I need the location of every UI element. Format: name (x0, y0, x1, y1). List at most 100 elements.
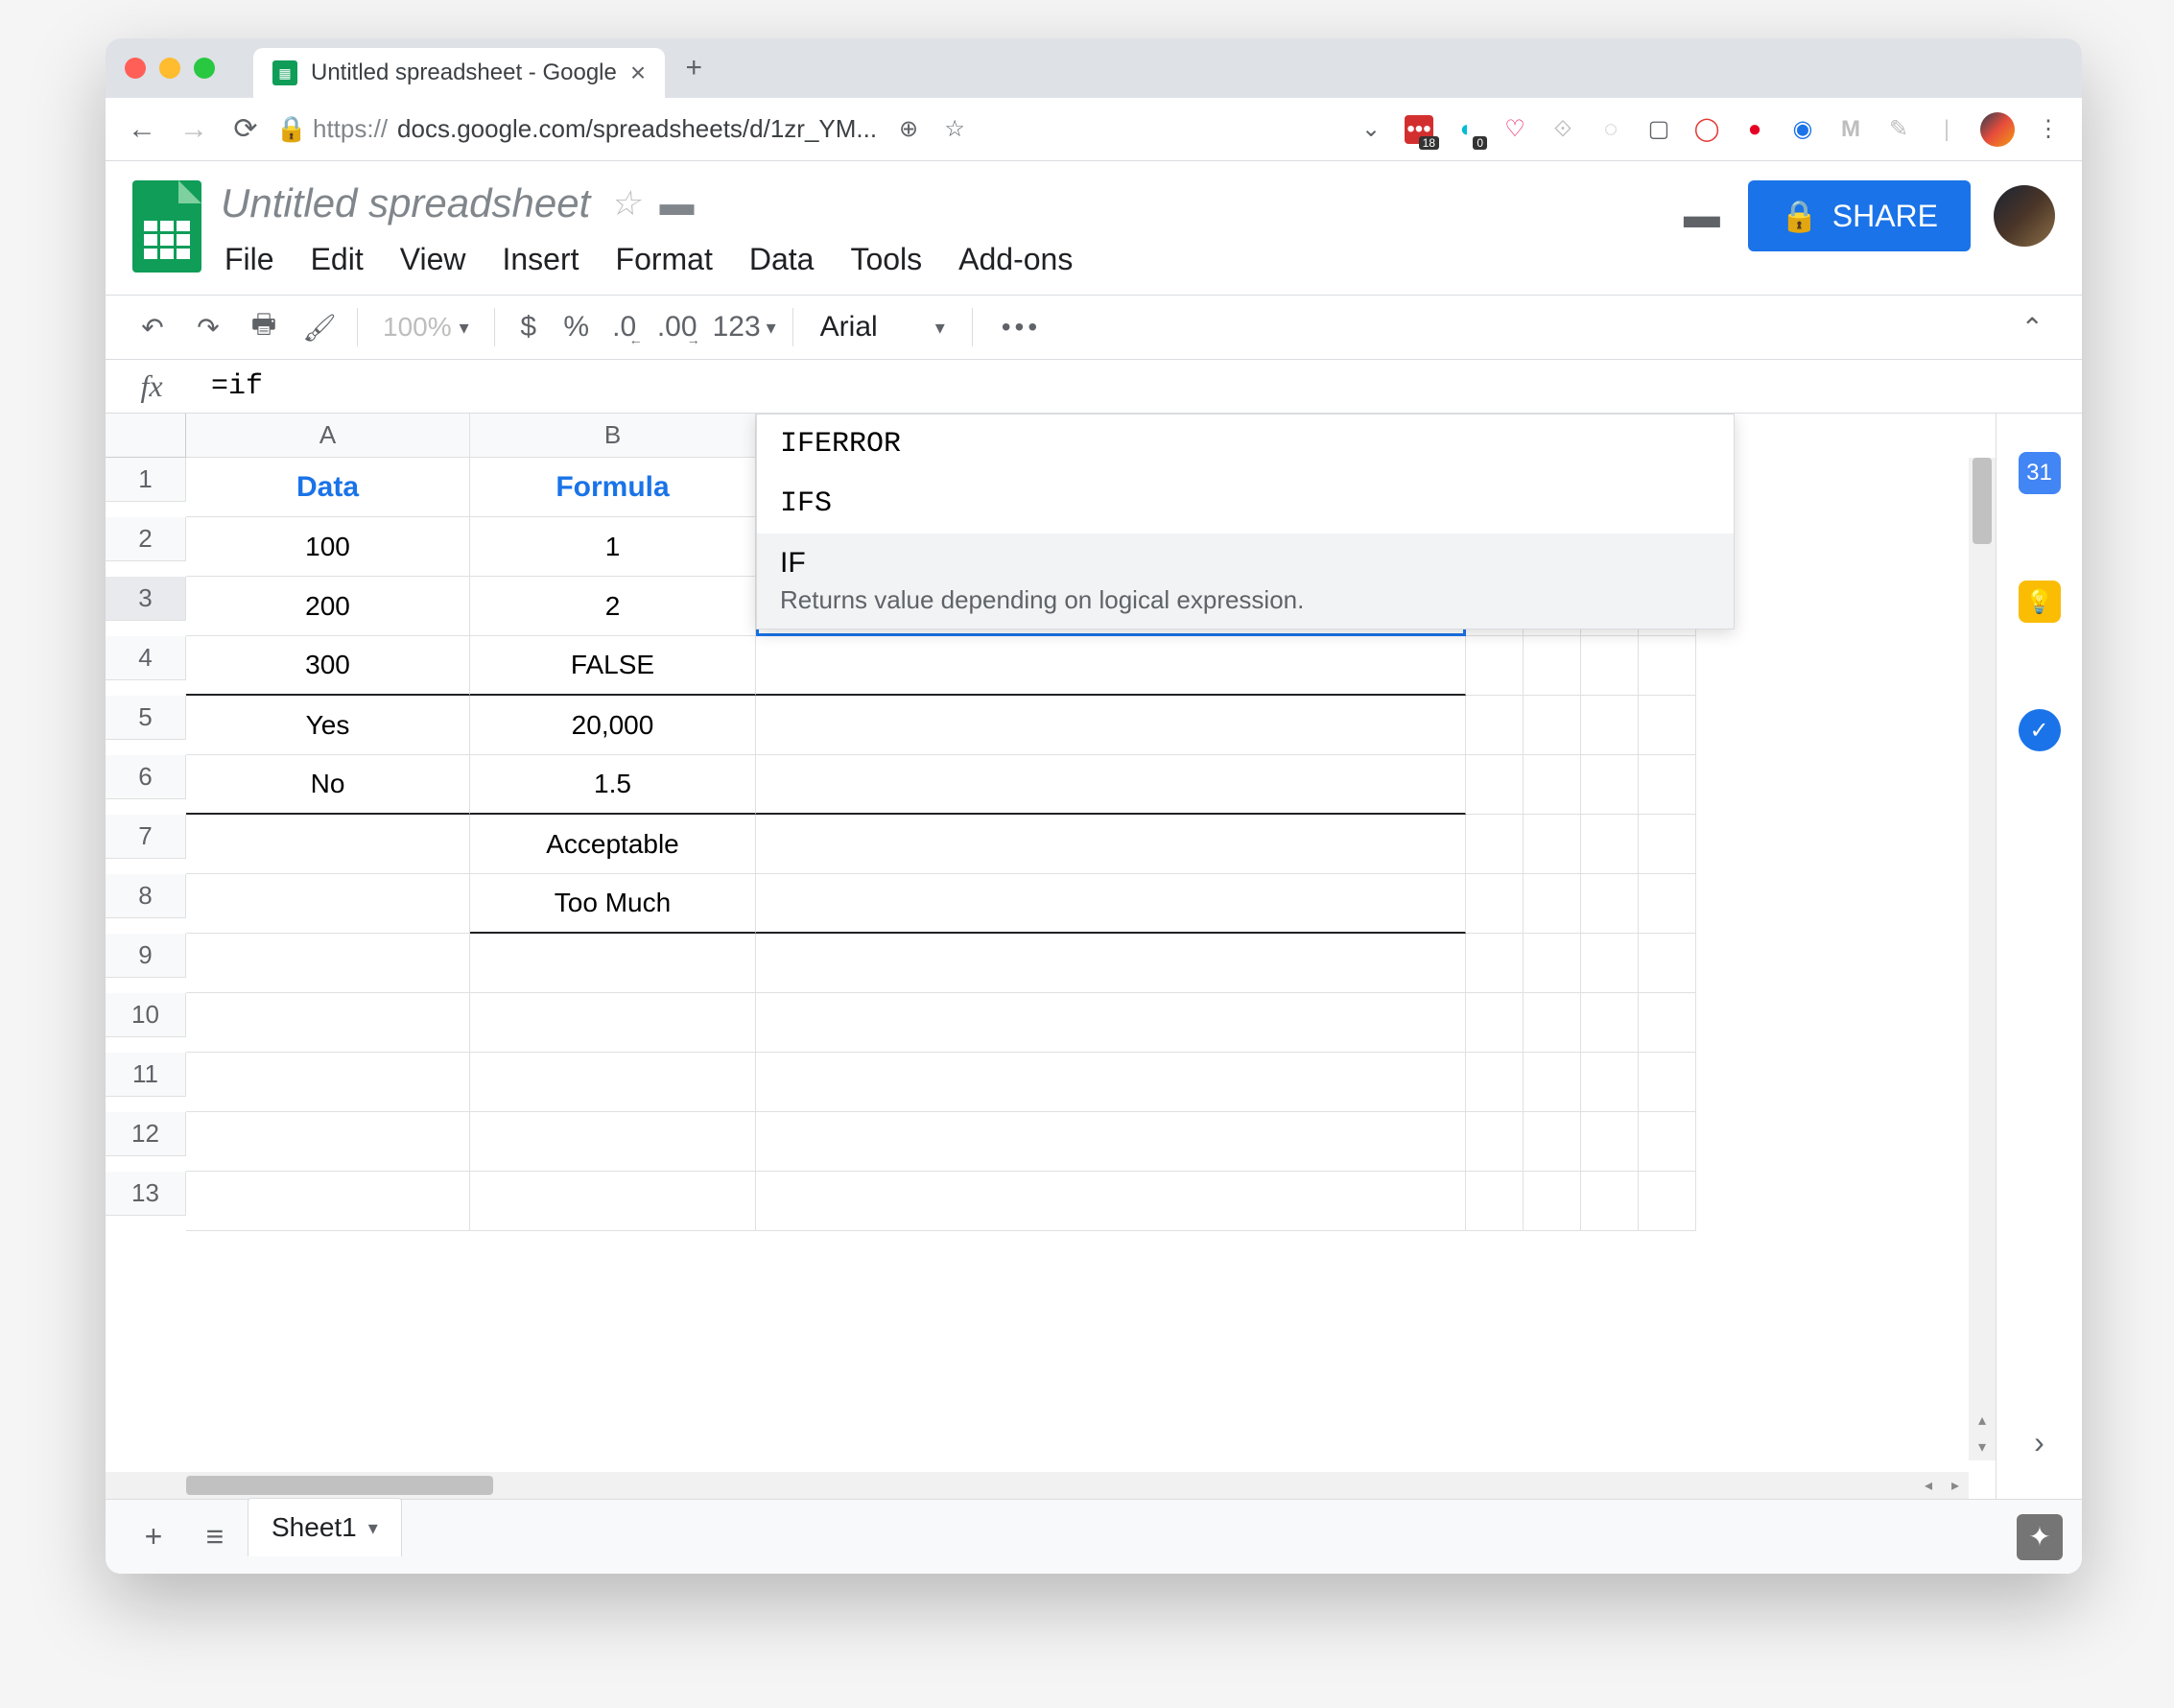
opera-ext-icon[interactable]: ◯ (1692, 115, 1721, 144)
m-ext-icon[interactable]: M (1836, 115, 1865, 144)
folder-icon[interactable]: ▬ (660, 183, 695, 224)
font-select[interactable]: Arial▾ (803, 311, 962, 344)
cell-A11[interactable] (186, 1053, 470, 1112)
cell-C4[interactable] (756, 636, 1466, 696)
tasks-icon[interactable]: ✓ (2019, 709, 2061, 751)
cell-A9[interactable] (186, 934, 470, 993)
sheet-tab-menu-icon[interactable]: ▾ (368, 1516, 378, 1540)
sheet-tab[interactable]: Sheet1 ▾ (248, 1498, 402, 1556)
decrease-decimal-button[interactable]: .0← (601, 311, 649, 344)
cell-B1[interactable]: Formula (470, 458, 756, 517)
comments-button[interactable]: ▬ (1679, 193, 1725, 239)
window-close-icon[interactable] (125, 58, 146, 79)
row-header-7[interactable]: 7 (106, 815, 186, 859)
redo-button[interactable]: ↷ (180, 304, 236, 350)
share-button[interactable]: 🔒 SHARE (1748, 180, 1971, 251)
cell-blank[interactable] (1524, 1112, 1581, 1172)
cell-B5[interactable]: 20,000 (470, 696, 756, 755)
cell-blank[interactable] (1524, 934, 1581, 993)
cell-blank[interactable] (1639, 1053, 1696, 1112)
cell-blank[interactable] (1581, 1172, 1639, 1231)
undo-button[interactable]: ↶ (125, 304, 180, 350)
document-title[interactable]: Untitled spreadsheet (221, 180, 590, 226)
cell-B2[interactable]: 1 (470, 517, 756, 577)
cell-blank[interactable] (1466, 1053, 1524, 1112)
cast-icon[interactable]: ▢ (1644, 115, 1673, 144)
cell-blank[interactable] (1466, 993, 1524, 1053)
row-header-12[interactable]: 12 (106, 1112, 186, 1156)
row-header-6[interactable]: 6 (106, 755, 186, 799)
cell-blank[interactable] (1639, 636, 1696, 696)
cell-blank[interactable] (1581, 1112, 1639, 1172)
reload-button[interactable]: ⟳ (228, 112, 263, 146)
row-header-11[interactable]: 11 (106, 1053, 186, 1097)
pen-ext-icon[interactable]: ✎ (1884, 115, 1913, 144)
cell-blank[interactable] (1524, 815, 1581, 874)
row-header-5[interactable]: 5 (106, 696, 186, 740)
cell-A3[interactable]: 200 (186, 577, 470, 636)
menu-format[interactable]: Format (612, 236, 717, 283)
collapse-toolbar-button[interactable]: ⌃ (2002, 312, 2063, 344)
cell-blank[interactable] (1524, 993, 1581, 1053)
menu-view[interactable]: View (396, 236, 470, 283)
row-header-1[interactable]: 1 (106, 458, 186, 502)
cell-blank[interactable] (1466, 934, 1524, 993)
window-maximize-icon[interactable] (194, 58, 215, 79)
cell-blank[interactable] (1466, 696, 1524, 755)
zoom-indicator-icon[interactable]: ⊕ (894, 115, 923, 144)
cell-B7[interactable]: Acceptable (470, 815, 756, 874)
heart-ext-icon[interactable]: ♡ (1501, 115, 1529, 144)
row-header-8[interactable]: 8 (106, 874, 186, 918)
row-header-13[interactable]: 13 (106, 1172, 186, 1216)
cell-blank[interactable] (1581, 934, 1639, 993)
chrome-profile-avatar[interactable] (1980, 112, 2015, 147)
cell-blank[interactable] (1581, 696, 1639, 755)
cell-B11[interactable] (470, 1053, 756, 1112)
cell-B13[interactable] (470, 1172, 756, 1231)
select-all-corner[interactable] (106, 414, 186, 458)
forward-button[interactable]: → (177, 113, 211, 146)
currency-button[interactable]: $ (505, 311, 553, 344)
menu-data[interactable]: Data (745, 236, 818, 283)
cell-B10[interactable] (470, 993, 756, 1053)
pinterest-ext-icon[interactable]: ● (1740, 115, 1769, 144)
cell-B12[interactable] (470, 1112, 756, 1172)
ext-grey-icon[interactable]: ⟐ (1548, 115, 1577, 144)
cell-C5[interactable] (756, 696, 1466, 755)
row-header-4[interactable]: 4 (106, 636, 186, 680)
cell-blank[interactable] (1581, 755, 1639, 815)
row-header-3[interactable]: 3 (106, 577, 186, 621)
zoom-select[interactable]: 100%▾ (367, 312, 484, 343)
cell-blank[interactable] (1466, 1112, 1524, 1172)
explore-button[interactable]: ✦ (2017, 1514, 2063, 1560)
cell-blank[interactable] (1466, 755, 1524, 815)
menu-edit[interactable]: Edit (307, 236, 367, 283)
new-tab-button[interactable]: + (674, 49, 713, 87)
tab-close-icon[interactable]: × (630, 58, 646, 88)
print-button[interactable]: 🖶 (236, 304, 292, 350)
cell-blank[interactable] (1581, 1053, 1639, 1112)
cell-A1[interactable]: Data (186, 458, 470, 517)
lastpass-ext-icon[interactable]: •••18 (1405, 115, 1433, 144)
menu-insert[interactable]: Insert (498, 236, 582, 283)
percent-button[interactable]: % (553, 311, 601, 344)
cell-blank[interactable] (1639, 1172, 1696, 1231)
cell-C7[interactable] (756, 815, 1466, 874)
scroll-thumb[interactable] (186, 1476, 493, 1495)
pocket-ext-icon[interactable]: ⌄ (1357, 115, 1385, 144)
blue-ring-ext-icon[interactable]: ◉ (1788, 115, 1817, 144)
cell-A2[interactable]: 100 (186, 517, 470, 577)
sheets-app-icon[interactable] (132, 180, 201, 273)
star-bookmark-icon[interactable]: ☆ (940, 115, 969, 144)
calendar-icon[interactable]: 31 (2019, 452, 2061, 494)
cell-C13[interactable] (756, 1172, 1466, 1231)
add-sheet-button[interactable]: + (125, 1513, 182, 1561)
ext-circle-icon[interactable]: ◌ (1596, 115, 1625, 144)
horizontal-scrollbar[interactable]: ◂ ▸ (106, 1472, 1969, 1499)
increase-decimal-button[interactable]: .00→ (649, 311, 706, 344)
chrome-menu-icon[interactable]: ⋮ (2034, 115, 2063, 144)
cell-A6[interactable]: No (186, 755, 470, 815)
cell-A8[interactable] (186, 874, 470, 934)
cell-C12[interactable] (756, 1112, 1466, 1172)
formula-input[interactable]: =if (198, 370, 2082, 403)
